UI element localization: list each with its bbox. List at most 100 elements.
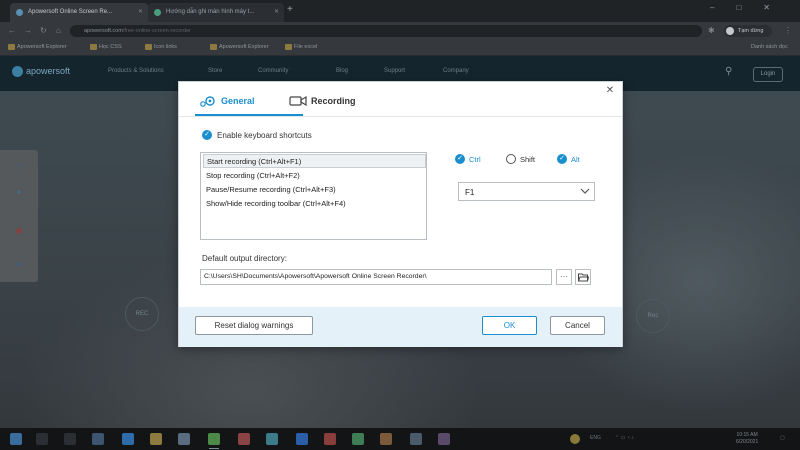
- shortcut-list[interactable]: Start recording (Ctrl+Alt+F1) Stop recor…: [200, 152, 427, 240]
- search-icon[interactable]: [36, 433, 48, 445]
- bookmark-label: File excel: [294, 44, 318, 50]
- search-icon[interactable]: ⚲: [725, 66, 732, 77]
- app-icon[interactable]: [410, 433, 422, 445]
- tab-recording[interactable]: Recording: [285, 95, 375, 116]
- home-icon[interactable]: ⌂: [56, 26, 61, 35]
- ok-button[interactable]: OK: [482, 316, 537, 335]
- site-nav-item[interactable]: Community: [258, 68, 288, 74]
- checkmark-icon: ✓: [455, 154, 465, 164]
- open-folder-button[interactable]: [575, 269, 591, 285]
- more-options-button[interactable]: ···: [556, 269, 572, 285]
- start-icon[interactable]: [10, 433, 22, 445]
- file-explorer-icon[interactable]: [150, 433, 162, 445]
- close-window-icon[interactable]: ✕: [763, 3, 792, 12]
- browser-tab[interactable]: Hướng dẫn ghi màn hình máy t... ✕: [148, 3, 284, 22]
- site-nav-item[interactable]: Blog: [336, 68, 348, 74]
- profile-button[interactable]: Tạm dừng: [724, 25, 772, 37]
- minimize-icon[interactable]: –: [710, 3, 736, 12]
- app-icon[interactable]: [238, 433, 250, 445]
- task-view-icon[interactable]: [64, 433, 76, 445]
- logo-text: apowersoft: [26, 66, 71, 76]
- key-select[interactable]: F1: [458, 182, 595, 201]
- apowersoft-favicon-icon: [16, 9, 23, 16]
- site-logo[interactable]: apowersoft: [12, 66, 71, 77]
- folder-open-icon: [578, 273, 589, 282]
- window-controls[interactable]: –□✕: [710, 3, 792, 12]
- profile-label: Tạm dừng: [738, 28, 764, 34]
- list-item[interactable]: Stop recording (Ctrl+Alt+F2): [203, 168, 426, 182]
- site-favicon-icon: [154, 9, 161, 16]
- bookmark-item[interactable]: Apowersoft Explorer: [210, 44, 269, 50]
- ellipsis-icon: ···: [560, 272, 568, 281]
- record-control[interactable]: REC: [125, 297, 159, 331]
- word-icon[interactable]: [296, 433, 308, 445]
- facebook-icon[interactable]: f: [12, 162, 26, 171]
- bookmark-item[interactable]: File excel: [285, 44, 317, 50]
- enable-shortcuts-label: Enable keyboard shortcuts: [217, 131, 312, 140]
- cancel-button[interactable]: Cancel: [550, 316, 605, 335]
- reset-dialog-warnings-button[interactable]: Reset dialog warnings: [195, 316, 313, 335]
- app-icon[interactable]: [266, 433, 278, 445]
- record-control[interactable]: Rec: [636, 299, 670, 333]
- bookmark-label: Apowersoft Explorer: [219, 44, 269, 50]
- login-button[interactable]: Login: [753, 67, 783, 82]
- record-control-label: Rec: [647, 313, 659, 319]
- taskbar-clock[interactable]: 10:15 AM 6/20/2021: [736, 432, 758, 446]
- site-nav-item[interactable]: Store: [208, 68, 222, 74]
- address-bar[interactable]: apowersoft.com/free-online-screen-record…: [70, 25, 702, 37]
- windows-taskbar: ENG ⌃ ▭ ◔ ♪ 10:15 AM 6/20/2021 ▢: [0, 428, 800, 450]
- app-icon[interactable]: [324, 433, 336, 445]
- checkmark-icon: ✓: [557, 154, 567, 164]
- settings-dialog: ✕ General Recording ✓ Enable keyboard sh…: [178, 81, 623, 347]
- list-item[interactable]: Show/Hide recording toolbar (Ctrl+Alt+F4…: [203, 196, 426, 210]
- browser-tab[interactable]: Apowersoft Online Screen Re... ✕: [10, 3, 148, 22]
- weather-icon[interactable]: [570, 434, 580, 444]
- app-icon[interactable]: [92, 433, 104, 445]
- reading-list[interactable]: Danh sách đọc: [742, 44, 788, 50]
- menu-icon[interactable]: ⋮: [784, 26, 792, 35]
- list-item[interactable]: Start recording (Ctrl+Alt+F1): [203, 154, 426, 168]
- list-item[interactable]: Pause/Resume recording (Ctrl+Alt+F3): [203, 182, 426, 196]
- folder-icon: [285, 44, 292, 50]
- notifications-icon[interactable]: ▢: [780, 435, 785, 441]
- close-tab-icon[interactable]: ✕: [274, 8, 279, 15]
- alt-label: Alt: [571, 155, 580, 164]
- ctrl-label: Ctrl: [469, 155, 481, 164]
- chrome-icon[interactable]: [208, 433, 220, 449]
- forward-icon[interactable]: →: [24, 26, 32, 35]
- bookmark-item[interactable]: Apowersoft Explorer: [8, 44, 67, 50]
- app-icon[interactable]: [178, 433, 190, 445]
- app-icon[interactable]: [438, 433, 450, 445]
- share-sidebar: f ✦ ◉ in: [0, 150, 38, 282]
- site-nav-item[interactable]: Company: [443, 68, 469, 74]
- output-directory-field[interactable]: C:\Users\SH\Documents\Apowersoft\Apowers…: [200, 269, 552, 285]
- avatar: [726, 27, 734, 35]
- chevron-down-icon: [580, 188, 590, 194]
- language-indicator[interactable]: ENG: [590, 435, 601, 441]
- shift-label: Shift: [520, 155, 536, 164]
- bookmark-item[interactable]: Học CSS: [90, 44, 122, 50]
- pinterest-icon[interactable]: ◉: [12, 226, 26, 235]
- bookmark-label: Học CSS: [99, 44, 122, 50]
- tray-icons[interactable]: ⌃ ▭ ◔ ♪: [615, 435, 634, 441]
- browser-tab-title: Apowersoft Online Screen Re...: [28, 9, 113, 15]
- bookmark-item[interactable]: Icon links: [145, 44, 177, 50]
- twitter-icon[interactable]: ✦: [12, 188, 26, 197]
- dialog-tabs: General Recording: [179, 82, 622, 116]
- close-tab-icon[interactable]: ✕: [138, 8, 143, 15]
- tab-general-label: General: [221, 96, 255, 106]
- site-nav-item[interactable]: Support: [384, 68, 405, 74]
- linkedin-icon[interactable]: in: [12, 260, 26, 269]
- new-tab-button[interactable]: +: [287, 4, 293, 15]
- excel-icon[interactable]: [352, 433, 364, 445]
- extensions-icon[interactable]: ✱: [708, 26, 715, 35]
- app-icon[interactable]: [380, 433, 392, 445]
- unchecked-circle-icon: [506, 154, 516, 164]
- dialog-footer: Reset dialog warnings OK Cancel: [179, 307, 622, 347]
- back-icon[interactable]: ←: [8, 26, 16, 35]
- site-nav-item[interactable]: Products & Solutions: [108, 68, 164, 74]
- address-path: /free-online-screen-recorder: [122, 28, 191, 34]
- edge-icon[interactable]: [122, 433, 134, 445]
- maximize-icon[interactable]: □: [736, 3, 763, 12]
- reload-icon[interactable]: ↻: [40, 26, 47, 35]
